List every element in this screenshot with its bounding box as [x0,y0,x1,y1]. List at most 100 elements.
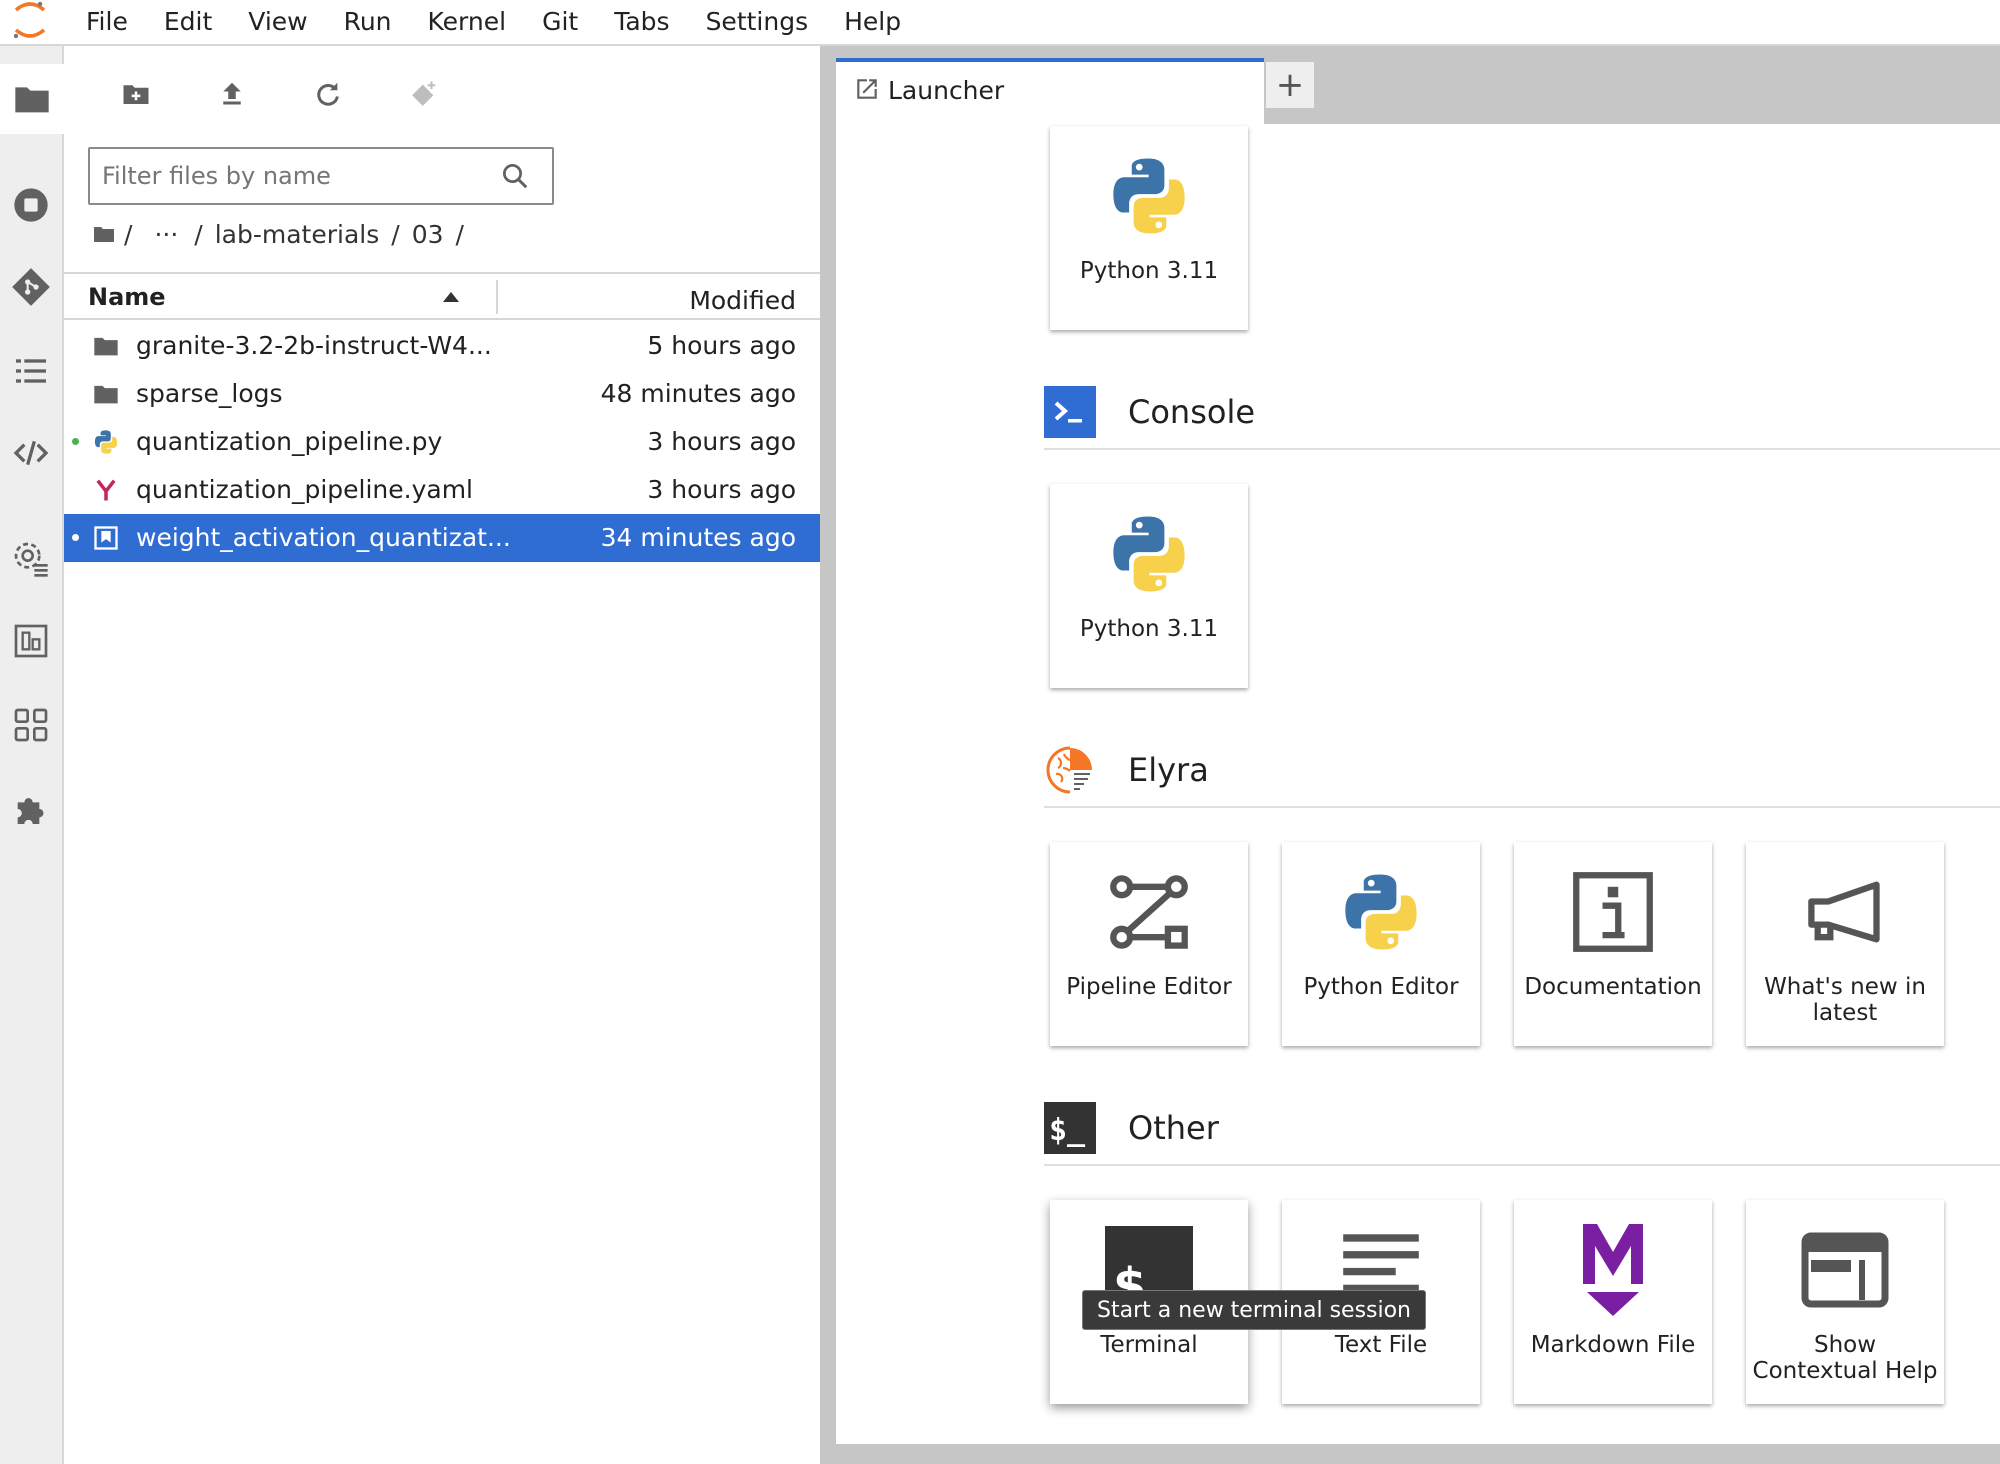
section-title: Other [1128,1109,1219,1147]
terminal-tooltip: Start a new terminal session [1082,1290,1427,1330]
panel-splitter[interactable] [820,46,836,1464]
card-label: Python 3.11 [1079,616,1219,642]
filter-files-input[interactable] [102,157,482,195]
python-editor-card[interactable]: Python Editor [1282,842,1480,1046]
contextual-help-icon [1795,1220,1895,1320]
property-inspector-tab[interactable] [0,690,62,760]
menu-settings[interactable]: Settings [688,0,827,44]
breadcrumb-03[interactable]: 03 [412,220,444,249]
git-tab[interactable] [0,252,62,322]
file-name: sparse_logs [136,379,283,408]
python-file-icon [92,428,120,456]
file-row-selected[interactable]: weight_activation_quantizat... 34 minute… [64,514,820,562]
python-icon [1331,862,1431,962]
menu-help[interactable]: Help [826,0,919,44]
console-python-card[interactable]: Python 3.11 [1050,484,1248,688]
column-divider[interactable] [496,280,498,314]
breadcrumb-separator: / [455,219,464,249]
running-sessions-tab[interactable] [0,170,62,240]
card-label: Show Contextual Help [1752,1332,1938,1384]
launcher-panel: Python 3.11 Console Python 3.11 Elyra Pi… [836,124,2000,1444]
new-folder-button[interactable] [114,72,158,116]
file-row[interactable]: quantization_pipeline.yaml 3 hours ago [64,466,820,514]
documentation-card[interactable]: Documentation [1514,842,1712,1046]
whats-new-card[interactable]: What's new in latest [1746,842,1944,1046]
launcher-icon [857,79,877,99]
breadcrumb-ellipsis[interactable]: ··· [154,220,178,249]
home-folder-icon[interactable] [92,222,116,246]
upload-button[interactable] [210,72,254,116]
menu-run[interactable]: Run [326,0,410,44]
notebook-python-card[interactable]: Python 3.11 [1050,126,1248,330]
activity-bar [0,46,64,1464]
extensions-tab[interactable] [0,774,62,844]
menu-view[interactable]: View [230,0,325,44]
menu-git[interactable]: Git [524,0,596,44]
file-row[interactable]: quantization_pipeline.py 3 hours ago [64,418,820,466]
menu-bar: File Edit View Run Kernel Git Tabs Setti… [0,0,2000,46]
file-row[interactable]: granite-3.2-2b-instruct-W4... 5 hours ag… [64,322,820,370]
git-clone-icon [412,81,436,106]
file-name: quantization_pipeline.yaml [136,475,473,504]
python-icon [1099,504,1199,604]
section-title: Console [1128,393,1256,431]
file-modified: 48 minutes ago [600,379,796,408]
file-row[interactable]: sparse_logs 48 minutes ago [64,370,820,418]
component-catalogs-icon [14,624,48,658]
name-column-header[interactable]: Name [88,274,166,320]
new-folder-icon [123,85,149,104]
svg-text:$_: $_ [1049,1113,1086,1148]
property-inspector-icon [14,708,48,742]
search-icon [503,164,528,189]
menu-file[interactable]: File [68,0,146,44]
breadcrumb-separator: / [194,219,203,249]
table-of-contents-tab[interactable] [0,336,62,406]
card-label: Text File [1334,1332,1428,1358]
contextual-help-card[interactable]: Show Contextual Help [1746,1200,1944,1404]
sort-ascending-icon[interactable] [442,291,460,303]
refresh-button[interactable] [306,72,350,116]
modified-column-header[interactable]: Modified [689,278,796,324]
breadcrumb-separator: / [124,219,133,249]
stop-circle-icon [14,188,48,222]
breadcrumb-lab-materials[interactable]: lab-materials [215,220,380,249]
card-label: What's new in latest [1764,974,1926,1026]
runtimes-icon [14,542,48,577]
menu-edit[interactable]: Edit [146,0,230,44]
breadcrumb: / ··· / lab-materials / 03 / [92,216,476,252]
notebook-file-icon [92,524,120,552]
file-name: weight_activation_quantizat... [136,523,511,552]
extensions-icon [17,798,44,824]
pipeline-icon [1099,862,1199,962]
file-modified: 3 hours ago [647,427,796,456]
section-console: Console [1044,386,2000,450]
card-label: Documentation [1524,974,1702,1000]
git-icon [12,268,50,306]
file-browser-tab[interactable] [0,64,64,134]
markdown-icon [1563,1220,1663,1320]
main-dock-area: Launcher + Python 3.11 Console Python 3.… [836,46,2000,1464]
section-title: Elyra [1128,751,1209,789]
card-label: Markdown File [1530,1332,1696,1358]
git-clone-button[interactable] [402,72,446,116]
markdown-file-card[interactable]: Markdown File [1514,1200,1712,1404]
pipeline-editor-card[interactable]: Pipeline Editor [1050,842,1248,1046]
jupyter-logo-icon[interactable] [10,0,50,42]
folder-icon [92,380,120,408]
card-label: Pipeline Editor [1066,974,1232,1000]
component-catalogs-tab[interactable] [0,606,62,676]
menu-tabs[interactable]: Tabs [596,0,687,44]
python-icon [1099,146,1199,246]
menu-kernel[interactable]: Kernel [410,0,525,44]
tab-label: Launcher [888,76,1005,105]
file-browser-panel: / ··· / lab-materials / 03 / Name Modifi… [64,46,820,1456]
tab-launcher[interactable]: Launcher [836,58,1264,124]
table-of-contents-icon [16,359,46,383]
runtimes-tab[interactable] [0,524,62,594]
add-tab-button[interactable]: + [1264,60,1316,110]
code-snippets-tab[interactable] [0,418,62,488]
listing-header: Name Modified [64,272,820,320]
folder-icon [15,87,49,113]
breadcrumb-separator: / [391,219,400,249]
folder-icon [92,332,120,360]
